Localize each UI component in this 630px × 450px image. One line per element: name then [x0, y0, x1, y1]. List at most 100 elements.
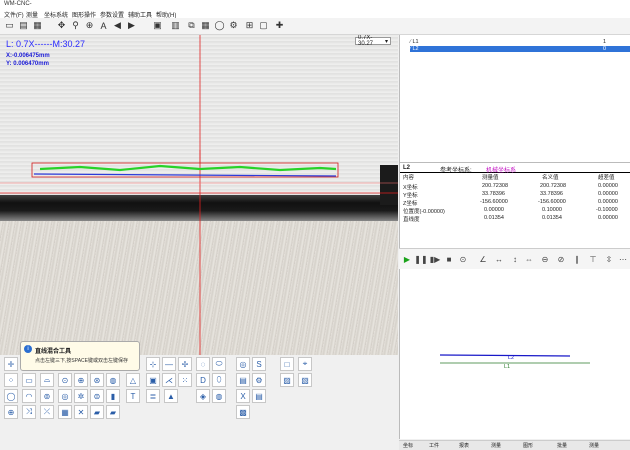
vertical-distance-icon[interactable]: ↕: [509, 253, 521, 265]
row-nominal[interactable]: -156.60000: [538, 199, 566, 205]
d-shape-icon[interactable]: D: [196, 373, 210, 387]
list-item-selected[interactable]: ∕ L2 0: [410, 46, 630, 52]
tab-workpiece[interactable]: 工件: [429, 442, 439, 449]
text-icon[interactable]: A: [98, 20, 109, 31]
chat-icon[interactable]: ▰: [90, 405, 104, 419]
move-icon[interactable]: ✥: [56, 20, 67, 31]
zoom-fit-icon[interactable]: ⊕: [84, 20, 95, 31]
tab-measure-2[interactable]: 测量: [589, 442, 599, 449]
shrink-icon[interactable]: ⤫: [40, 405, 54, 419]
block-tool-icon[interactable]: ▮: [106, 389, 120, 403]
globe-tool-icon[interactable]: ◍: [212, 389, 226, 403]
circle-lock-icon[interactable]: ◎: [236, 357, 250, 371]
forward-icon[interactable]: ▶: [126, 20, 137, 31]
machine-icon[interactable]: ▣: [152, 20, 163, 31]
circle-points-icon[interactable]: ◌: [196, 357, 210, 371]
open-icon[interactable]: ▤: [18, 20, 29, 31]
cone-tool-icon[interactable]: ▲: [164, 389, 178, 403]
circle-icon[interactable]: ◯: [214, 20, 225, 31]
dotted-circle-icon[interactable]: ⊚: [40, 389, 54, 403]
table-tool-icon[interactable]: ▦: [58, 405, 72, 419]
tooltip-title: 直线混合工具: [35, 349, 72, 355]
crosshair-tool-icon[interactable]: ⌖: [298, 357, 312, 371]
image-edit-icon[interactable]: ▨: [280, 373, 294, 387]
ring-tool-icon[interactable]: ◎: [58, 389, 72, 403]
comment-icon[interactable]: ▰: [106, 405, 120, 419]
circle-fit-icon[interactable]: ◯: [4, 389, 18, 403]
grid-icon[interactable]: ▦: [200, 20, 211, 31]
zoom-icon[interactable]: ⚲: [70, 20, 81, 31]
tab-batch[interactable]: 批量: [557, 442, 567, 449]
square-tool-icon[interactable]: □: [280, 357, 294, 371]
image-tool-icon[interactable]: ▤: [236, 373, 250, 387]
zoom-select[interactable]: 0.7X-30.27 ▾: [355, 35, 391, 47]
database-icon[interactable]: ≣: [146, 389, 160, 403]
gear-tool-icon[interactable]: ⚙: [252, 373, 266, 387]
circle-distance-icon[interactable]: ⊖: [539, 253, 551, 265]
step-icon[interactable]: ▮▶: [429, 253, 441, 265]
circle-star-icon[interactable]: ✲: [74, 389, 88, 403]
cross-tool-icon[interactable]: ✢: [178, 357, 192, 371]
circle-line-icon[interactable]: ⊘: [555, 253, 567, 265]
circle-center-icon[interactable]: ⊕: [4, 405, 18, 419]
image-auto-icon[interactable]: ▧: [298, 373, 312, 387]
gear-icon[interactable]: ⚙: [228, 20, 239, 31]
split-tool-icon[interactable]: ⤨: [22, 405, 36, 419]
record-icon[interactable]: ⊙: [457, 253, 469, 265]
frame-icon[interactable]: ⧉: [186, 20, 197, 31]
list-item[interactable]: ∕ L1 1: [410, 39, 630, 45]
symmetry-icon[interactable]: ⇳: [603, 253, 615, 265]
tab-report[interactable]: 报表: [459, 442, 469, 449]
tab-graphic[interactable]: 图形: [523, 442, 533, 449]
circle-flag-icon[interactable]: ⊜: [90, 389, 104, 403]
distance-icon[interactable]: ↔: [493, 253, 505, 265]
angle-icon[interactable]: ∠: [477, 253, 489, 265]
puzzle-icon[interactable]: ✚: [274, 20, 285, 31]
rect-point-icon[interactable]: ▣: [146, 373, 160, 387]
angle-lines-icon[interactable]: ⋌: [162, 373, 176, 387]
excel-export-icon[interactable]: X: [236, 389, 250, 403]
ellipse-tool-icon[interactable]: ⬭: [212, 357, 226, 371]
row-nominal[interactable]: 200.72308: [540, 183, 566, 189]
stop-icon[interactable]: ■: [443, 253, 455, 265]
line-frame-icon[interactable]: ▭: [22, 373, 36, 387]
new-icon[interactable]: ▭: [4, 20, 15, 31]
row-nominal[interactable]: 0.10000: [542, 207, 562, 213]
circle-s-icon[interactable]: S: [252, 357, 266, 371]
triangle-tool-icon[interactable]: △: [126, 373, 140, 387]
back-icon[interactable]: ◀: [112, 20, 123, 31]
horizontal-distance-icon[interactable]: ⇔: [523, 253, 535, 265]
ellipse-dots-icon[interactable]: ⬯: [212, 373, 226, 387]
layer-tool-icon[interactable]: ◈: [196, 389, 210, 403]
row-nominal[interactable]: 0.01354: [542, 215, 562, 221]
circle-pattern-icon[interactable]: ⁙: [178, 373, 192, 387]
tab-measure[interactable]: 测量: [491, 442, 501, 449]
table-icon[interactable]: ▥: [170, 20, 181, 31]
circle-scan-icon[interactable]: ◍: [106, 373, 120, 387]
tab-coord[interactable]: 坐标: [403, 442, 413, 449]
multi-point-icon[interactable]: ⁘: [4, 373, 18, 387]
parallel-icon[interactable]: ∥: [571, 253, 583, 265]
point-select-icon[interactable]: ⊹: [146, 357, 160, 371]
arc-line-icon[interactable]: ⌓: [40, 373, 54, 387]
more-icon[interactable]: ⋯: [617, 253, 629, 265]
circle-grid-icon[interactable]: ⊛: [90, 373, 104, 387]
layout-icon[interactable]: ⊞: [244, 20, 255, 31]
camera-frame-icon[interactable]: ▢: [258, 20, 269, 31]
text-tool-icon[interactable]: T: [126, 389, 140, 403]
play-icon[interactable]: ▶: [401, 253, 413, 265]
circle-cross-icon[interactable]: ⊕: [74, 373, 88, 387]
arc-tool-icon[interactable]: ◠: [22, 389, 36, 403]
report-icon[interactable]: ▤: [252, 389, 266, 403]
line-tool-icon[interactable]: —: [162, 357, 176, 371]
camera-view[interactable]: L: 0.7X------M:30.27 X:-0.006475mm Y: 0.…: [0, 35, 398, 355]
pause-icon[interactable]: ❚❚: [414, 253, 427, 265]
image-save-icon[interactable]: ▩: [236, 405, 250, 419]
graphic-preview[interactable]: L2 L1: [399, 269, 630, 439]
save-icon[interactable]: ▦: [32, 20, 43, 31]
tangent-icon[interactable]: ⊤: [587, 253, 599, 265]
circle-dots-icon[interactable]: ⊙: [58, 373, 72, 387]
point-tool-icon[interactable]: ✛: [4, 357, 18, 371]
delete-icon[interactable]: ✕: [74, 405, 88, 419]
row-nominal[interactable]: 33.78396: [540, 191, 563, 197]
